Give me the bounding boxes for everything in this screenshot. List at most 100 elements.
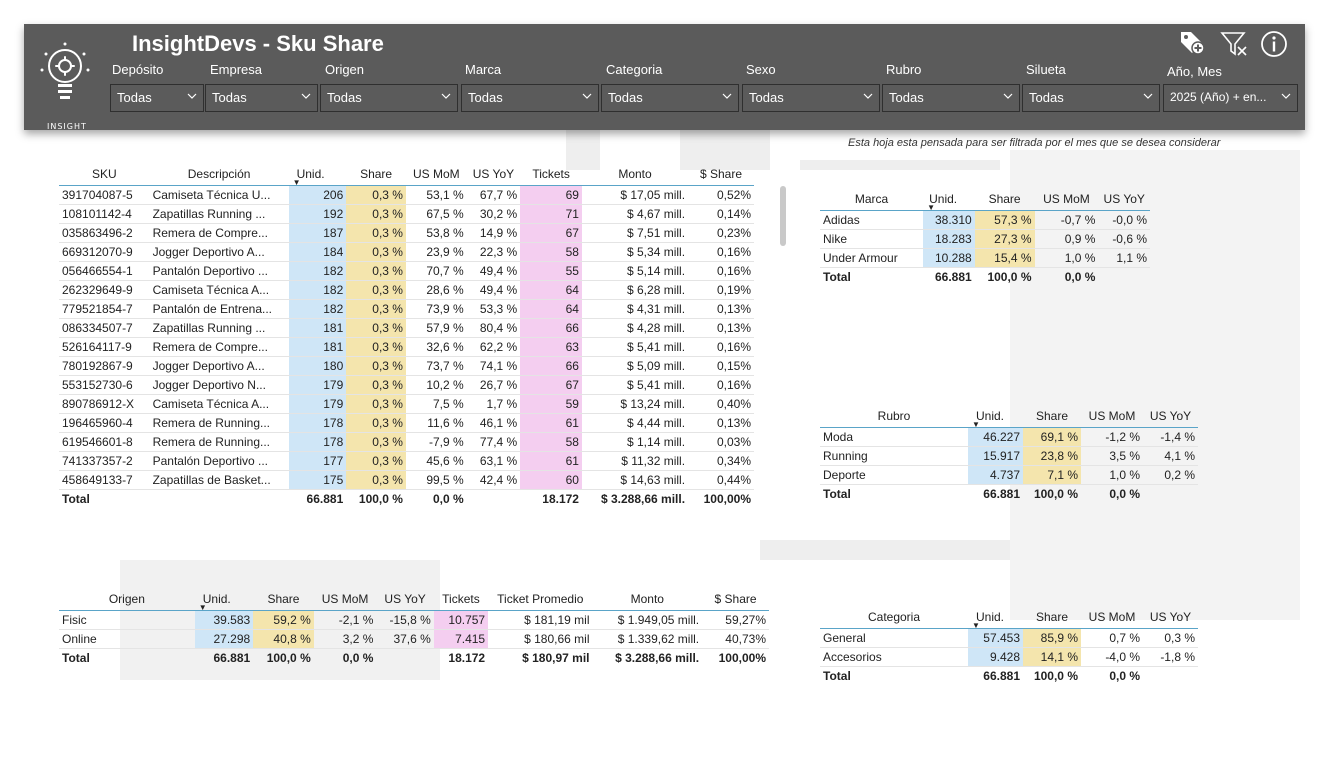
col-header-sorted[interactable]: Unid. ▼ (968, 402, 1023, 429)
table-row[interactable]: 196465960-4 Remera de Running... 178 0,3 % 1… (59, 413, 754, 433)
table-row[interactable]: Online 27.298 40,8 % 3,2 % 37,6 % 7.415 $ 180,… (59, 629, 769, 649)
total-cell: 100,0 % (346, 488, 406, 509)
table-scrollbar[interactable] (780, 186, 786, 246)
col-header-sorted[interactable]: Unid. ▼ (288, 160, 347, 187)
filter-select-categoria[interactable]: Todas (601, 84, 739, 112)
total-cell: 66.881 (968, 665, 1023, 686)
col-header[interactable]: US MoM (1081, 402, 1143, 428)
table-cell: 262329649-9 (59, 280, 150, 300)
table-row[interactable]: 108101142-4 Zapatillas Running ... 192 0,3 … (59, 204, 754, 224)
table-cell: 0,3 % (346, 432, 406, 452)
table-cell: Jogger Deportivo A... (149, 242, 289, 262)
col-header[interactable]: Share (1023, 402, 1081, 428)
filter-select-anio-mes[interactable]: 2025 (Año) + en... (1163, 84, 1298, 112)
table-row[interactable]: Fisic 39.583 59,2 % -2,1 % -15,8 % 10.757 $ 18… (59, 610, 769, 630)
table-row[interactable]: 262329649-9 Camiseta Técnica A... 182 0,3 %… (59, 280, 754, 300)
col-header[interactable]: SKU (59, 160, 150, 186)
table-cell: 49,4 % (466, 280, 521, 300)
table-row[interactable]: 779521854-7 Pantalón de Entrena... 182 0,3 … (59, 299, 754, 319)
col-header[interactable]: US YoY (1143, 603, 1198, 629)
col-header[interactable]: $ Share (688, 160, 754, 186)
col-header[interactable]: US YoY (466, 160, 521, 186)
col-header[interactable]: Share (253, 585, 314, 611)
col-header[interactable]: US YoY (1098, 185, 1150, 211)
col-header[interactable]: $ Share (702, 585, 769, 611)
table-cell: 1,0 % (1034, 248, 1099, 268)
table-row[interactable]: 619546601-8 Remera de Running... 178 0,3 % -… (59, 432, 754, 452)
col-header-sorted[interactable]: Unid. ▼ (923, 185, 975, 212)
table-cell: Remera de Running... (149, 413, 289, 433)
col-header-sorted[interactable]: Unid. ▼ (194, 585, 254, 612)
col-header[interactable]: US YoY (1143, 402, 1198, 428)
table-row[interactable]: Adidas 38.310 57,3 % -0,7 % -0,0 % (820, 210, 1150, 230)
col-header[interactable]: US MoM (1081, 603, 1143, 629)
table-row[interactable]: 086334507-7 Zapatillas Running ... 181 0,3 … (59, 318, 754, 338)
table-cell: Zapatillas Running ... (149, 204, 289, 224)
marca-table-body: Adidas 38.310 57,3 % -0,7 % -0,0 % Nike 18.283… (820, 210, 1150, 287)
table-row[interactable]: Deporte 4.737 7,1 % 1,0 % 0,2 % (820, 465, 1198, 485)
col-header-sorted[interactable]: Unid. ▼ (968, 603, 1023, 630)
table-cell: 0,34% (688, 451, 754, 471)
filter-label-sexo: Sexo (746, 62, 776, 77)
col-header[interactable]: Descripción (149, 160, 289, 186)
table-row[interactable]: 526164117-9 Remera de Compre... 181 0,3 % 32… (59, 337, 754, 357)
col-header[interactable]: Monto (581, 160, 689, 186)
table-row[interactable]: Moda 46.227 69,1 % -1,2 % -1,4 % (820, 427, 1198, 447)
table-cell: $ 4,44 mill. (581, 413, 689, 433)
col-header[interactable]: US MoM (313, 585, 377, 611)
filter-value: Todas (117, 90, 152, 105)
filter-select-silueta[interactable]: Todas (1022, 84, 1160, 112)
table-row[interactable]: 056466554-1 Pantalón Deportivo ... 182 0,3 … (59, 261, 754, 281)
table-row[interactable]: 741337357-2 Pantalón Deportivo ... 177 0,3 … (59, 451, 754, 471)
table-row[interactable]: 391704087-5 Camiseta Técnica U... 206 0,3 %… (59, 185, 754, 205)
filter-select-rubro[interactable]: Todas (882, 84, 1020, 112)
col-header[interactable]: Ticket Promedio (488, 585, 593, 611)
filter-value: Todas (1029, 90, 1064, 105)
col-header[interactable]: Tickets (433, 585, 489, 611)
table-row[interactable]: Running 15.917 23,8 % 3,5 % 4,1 % (820, 446, 1198, 466)
table-cell: -1,8 % (1143, 647, 1198, 667)
col-header[interactable]: US YoY (376, 585, 434, 611)
table-row[interactable]: 890786912-X Camiseta Técnica A... 179 0,3 %… (59, 394, 754, 414)
info-icon[interactable] (1260, 30, 1288, 58)
col-header[interactable]: Share (974, 185, 1035, 211)
filter-clear-icon[interactable] (1220, 30, 1248, 58)
filter-select-empresa[interactable]: Todas (205, 84, 318, 112)
table-cell: 15.917 (968, 446, 1023, 466)
table-row[interactable]: 035863496-2 Remera de Compre... 187 0,3 % 53… (59, 223, 754, 243)
table-row[interactable]: 669312070-9 Jogger Deportivo A... 184 0,3 %… (59, 242, 754, 262)
table-row[interactable]: 553152730-6 Jogger Deportivo N... 179 0,3 %… (59, 375, 754, 395)
filter-select-marca[interactable]: Todas (461, 84, 599, 112)
table-cell: 10.288 (923, 248, 975, 268)
filter-select-origen[interactable]: Todas (320, 84, 458, 112)
table-cell: Zapatillas Running ... (149, 318, 289, 338)
table-row[interactable]: Accesorios 9.428 14,1 % -4,0 % -1,8 % (820, 647, 1198, 667)
filter-select-deposito[interactable]: Todas (110, 84, 204, 112)
table-cell: 779521854-7 (59, 299, 150, 319)
table-cell: 27,3 % (974, 229, 1035, 249)
col-header[interactable]: Monto (592, 585, 703, 611)
tag-plus-icon[interactable] (1178, 28, 1206, 56)
table-cell: $ 1.339,62 mill. (592, 629, 703, 649)
col-header[interactable]: Share (1023, 603, 1081, 629)
table-row[interactable]: General 57.453 85,9 % 0,7 % 0,3 % (820, 628, 1198, 648)
col-header[interactable]: Categoria (820, 603, 968, 629)
table-cell: 71 (520, 204, 582, 224)
table-row[interactable]: Nike 18.283 27,3 % 0,9 % -0,6 % (820, 229, 1150, 249)
filter-select-sexo[interactable]: Todas (742, 84, 880, 112)
table-cell: 40,8 % (253, 629, 314, 649)
col-header[interactable]: US MoM (1034, 185, 1099, 211)
col-header[interactable]: Marca (820, 185, 924, 211)
total-cell: 0,0 % (1081, 665, 1143, 686)
col-header[interactable]: Tickets (520, 160, 582, 186)
table-row[interactable]: 780192867-9 Jogger Deportivo A... 180 0,3 %… (59, 356, 754, 376)
table-row[interactable]: Under Armour 10.288 15,4 % 1,0 % 1,1 % (820, 248, 1150, 268)
table-cell: 178 (288, 413, 347, 433)
col-header[interactable]: Origen (59, 585, 195, 611)
col-header[interactable]: Rubro (820, 402, 968, 428)
table-row[interactable]: 458649133-7 Zapatillas de Basket... 175 0,3… (59, 470, 754, 490)
sort-desc-icon: ▼ (292, 177, 301, 187)
table-cell: $ 14,63 mill. (581, 470, 689, 490)
col-header[interactable]: US MoM (405, 160, 467, 186)
col-header[interactable]: Share (346, 160, 406, 186)
